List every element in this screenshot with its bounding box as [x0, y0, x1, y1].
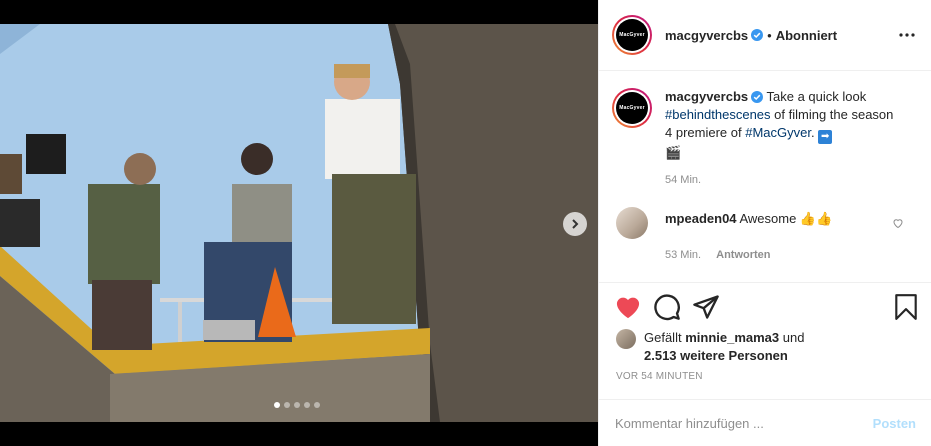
- carousel-dot: [294, 402, 300, 408]
- comments-section: MacGyver macgyvercbs Take a quick look #…: [599, 72, 931, 282]
- like-comment-heart-icon[interactable]: [892, 217, 904, 229]
- likes-prefix: Gefällt: [644, 330, 682, 345]
- comment-meta: 53 Min. Antworten: [665, 249, 916, 261]
- avatar[interactable]: MacGyver: [612, 88, 652, 128]
- caption-time: 54 Min.: [665, 174, 702, 186]
- comment-item: mpeaden04 Awesome 👍👍: [612, 207, 916, 239]
- caption: MacGyver macgyvercbs Take a quick look #…: [612, 88, 916, 162]
- post-photo: [0, 24, 598, 422]
- liker-username[interactable]: minnie_mama3: [685, 330, 779, 345]
- header-username[interactable]: macgyvercbs: [665, 28, 748, 43]
- comment-text: mpeaden04 Awesome 👍👍: [665, 211, 832, 227]
- caption-meta: 54 Min.: [665, 174, 916, 186]
- likes-summary: Gefällt minnie_mama3 und 2.513 weitere P…: [616, 329, 916, 365]
- post-media: [0, 0, 598, 446]
- comment-input[interactable]: [615, 415, 873, 431]
- post-header: MacGyver macgyvercbs • Abonniert: [599, 0, 931, 71]
- more-horizontal-icon: [899, 33, 915, 37]
- verified-badge-icon: [751, 91, 764, 103]
- caption-text-part: Take a quick look: [766, 89, 867, 104]
- likes-count-link[interactable]: 2.513 weitere Personen: [644, 348, 788, 363]
- add-comment-bar: Posten: [599, 399, 931, 446]
- post-timestamp[interactable]: VOR 54 MINUTEN: [616, 371, 703, 382]
- carousel-dot: [304, 402, 310, 408]
- avatar[interactable]: [616, 207, 648, 239]
- likes-text: Gefällt minnie_mama3 und 2.513 weitere P…: [644, 329, 804, 365]
- hashtag-link[interactable]: #MacGyver: [745, 125, 811, 140]
- more-options-button[interactable]: [895, 23, 919, 47]
- reply-button[interactable]: Antworten: [716, 249, 770, 261]
- caption-text-part: .: [810, 125, 815, 140]
- macgyver-logo: MacGyver: [616, 92, 648, 124]
- comment-time: 53 Min.: [665, 249, 702, 261]
- avatar[interactable]: [616, 329, 636, 349]
- caption-text: macgyvercbs Take a quick look #behindthe…: [665, 88, 897, 162]
- hashtag-link[interactable]: #behindthescenes: [665, 107, 771, 122]
- chevron-right-icon: [572, 219, 579, 229]
- next-image-button[interactable]: [563, 212, 587, 236]
- thumbs-up-emoji: 👍👍: [799, 211, 833, 226]
- action-bar: [599, 282, 931, 330]
- comment-body: Awesome: [739, 211, 797, 226]
- bookmark-icon[interactable]: [893, 293, 919, 321]
- follow-status-button[interactable]: Abonniert: [776, 28, 837, 43]
- comment-username[interactable]: mpeaden04: [665, 211, 737, 226]
- separator-dot: •: [767, 27, 772, 43]
- post-comment-button[interactable]: Posten: [873, 416, 916, 431]
- carousel-indicator: [274, 402, 320, 408]
- likes-conj: und: [782, 330, 805, 345]
- carousel-dot: [314, 402, 320, 408]
- heart-filled-icon[interactable]: [614, 293, 642, 321]
- comment-icon[interactable]: [653, 293, 681, 321]
- caption-username[interactable]: macgyvercbs: [665, 89, 748, 104]
- avatar[interactable]: MacGyver: [612, 15, 652, 55]
- carousel-dot: [274, 402, 280, 408]
- arrow-right-emoji: ➡: [818, 130, 833, 144]
- clapper-emoji: 🎬: [665, 145, 682, 160]
- verified-badge-icon: [751, 29, 764, 41]
- post-side-panel: MacGyver macgyvercbs • Abonniert MacGyve…: [598, 0, 931, 446]
- macgyver-logo: MacGyver: [616, 19, 648, 51]
- carousel-dot: [284, 402, 290, 408]
- share-paper-plane-icon[interactable]: [692, 293, 720, 321]
